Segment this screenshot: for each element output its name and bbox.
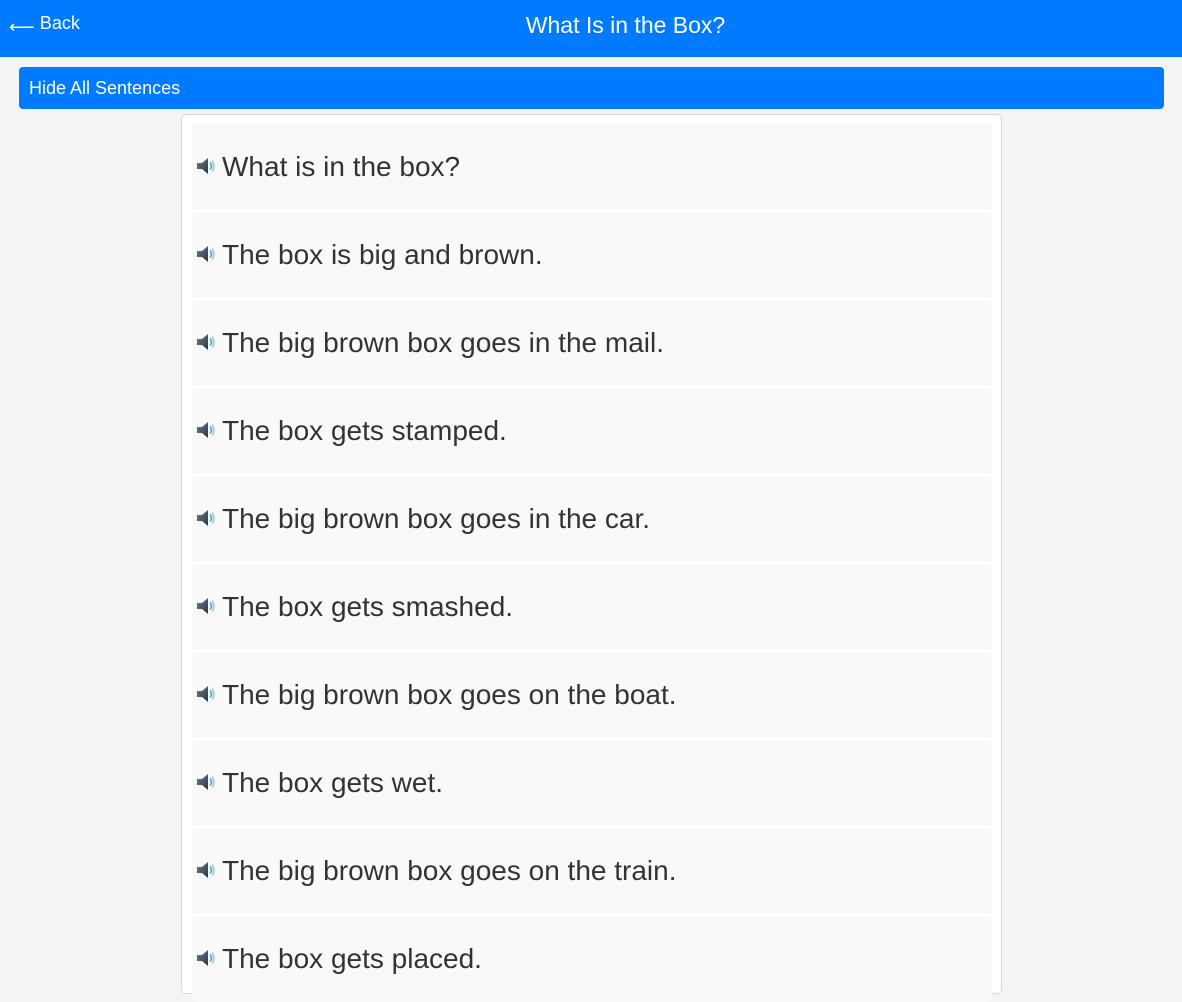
- speaker-icon[interactable]: [194, 329, 218, 353]
- sentence-row[interactable]: What is in the box?: [192, 124, 992, 210]
- sentence-row[interactable]: The big brown box goes in the car.: [192, 476, 992, 562]
- speaker-icon[interactable]: [194, 505, 218, 529]
- sentence-text: The big brown box goes on the boat.: [222, 679, 677, 710]
- sentence-text: The big brown box goes in the car.: [222, 503, 651, 534]
- sentence-row[interactable]: The big brown box goes on the boat.: [192, 652, 992, 738]
- sentence-text: What is in the box?: [222, 151, 461, 182]
- speaker-icon[interactable]: [194, 681, 218, 705]
- hide-all-sentences-button[interactable]: Hide All Sentences: [19, 67, 1164, 109]
- speaker-icon[interactable]: [194, 593, 218, 617]
- speaker-icon[interactable]: [194, 857, 218, 881]
- header-bar: ⟵ Back What Is in the Box?: [0, 0, 1182, 57]
- hide-all-sentences-label: Hide All Sentences: [29, 77, 181, 98]
- sentence-row[interactable]: The box gets smashed.: [192, 564, 992, 650]
- speaker-icon[interactable]: [194, 945, 218, 969]
- sentence-text: The box gets placed.: [222, 943, 482, 974]
- sentence-text: The big brown box goes on the train.: [222, 855, 677, 886]
- sentence-text: The box gets smashed.: [222, 591, 514, 622]
- sentence-list: What is in the box? The box is big and br…: [181, 114, 1002, 1002]
- speaker-icon[interactable]: [194, 153, 218, 177]
- sentence-row[interactable]: The big brown box goes in the mail.: [192, 300, 992, 386]
- sentence-text: The box is big and brown.: [222, 239, 543, 270]
- sentence-row[interactable]: The big brown box goes on the train.: [192, 828, 992, 914]
- sentence-text: The big brown box goes in the mail.: [222, 327, 665, 358]
- sentence-text: The box gets stamped.: [222, 415, 507, 446]
- speaker-icon[interactable]: [194, 769, 218, 793]
- speaker-icon[interactable]: [194, 417, 218, 441]
- sentence-row[interactable]: The box gets placed.: [192, 916, 992, 1002]
- sentence-row[interactable]: The box gets stamped.: [192, 388, 992, 474]
- sentence-row[interactable]: The box is big and brown.: [192, 212, 992, 298]
- page-title: What Is in the Box?: [525, 12, 726, 38]
- speaker-icon[interactable]: [194, 241, 218, 265]
- sentence-row[interactable]: The box gets wet.: [192, 740, 992, 826]
- sentence-text: The box gets wet.: [222, 767, 444, 798]
